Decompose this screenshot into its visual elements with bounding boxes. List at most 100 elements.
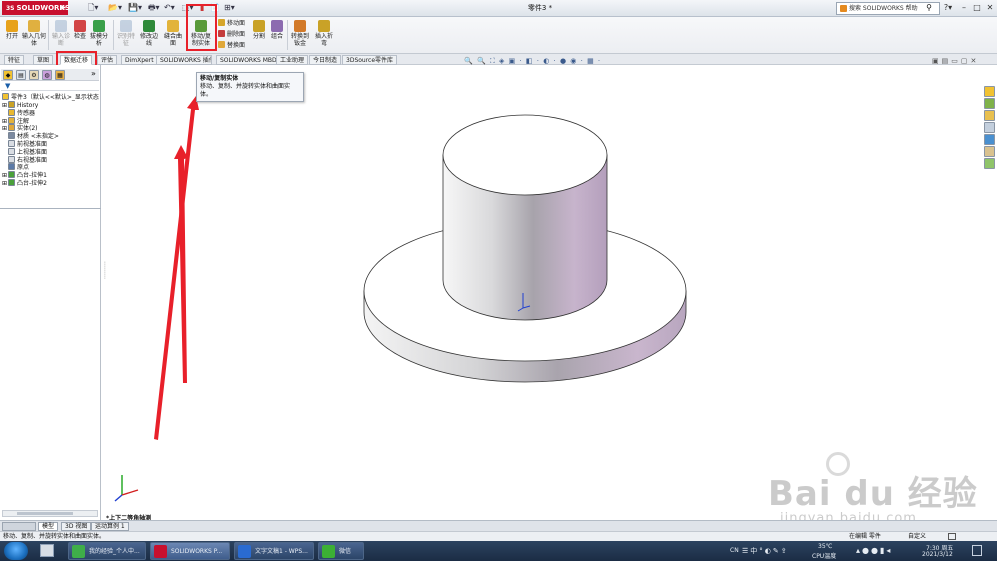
feature-recognition-button[interactable]: 识别特征: [115, 20, 137, 47]
notification-icons[interactable]: ▴●●▮◂: [856, 546, 892, 555]
import-geometry-button[interactable]: 输入几何体: [22, 20, 46, 47]
taskbar-browser[interactable]: 我的经验_个人中...: [68, 542, 146, 560]
taskbar-solidworks[interactable]: SOLIDWORKS P...: [150, 542, 230, 560]
custom-properties-icon[interactable]: [984, 146, 995, 157]
close-button[interactable]: ✕: [984, 2, 996, 14]
minimize-button[interactable]: –: [958, 2, 970, 14]
tab-sketch[interactable]: 草图: [33, 55, 54, 65]
panel-divider: [0, 208, 101, 209]
model-tabs-bar: 模型 3D 视图 运动算例 1: [0, 520, 997, 531]
tree-filter[interactable]: ▼: [1, 82, 99, 91]
insert-bends-button[interactable]: 插入折弯: [313, 20, 335, 47]
open-button[interactable]: 打开: [3, 20, 21, 40]
check-button[interactable]: 检查: [73, 20, 87, 40]
tab-model[interactable]: 模型: [38, 522, 59, 531]
tab-3dsource-library[interactable]: 3DSource零件库: [342, 55, 398, 65]
move-face-icon: [218, 19, 225, 26]
solidworks-resources-icon[interactable]: [984, 86, 995, 97]
import-diagnostics-icon: [55, 20, 67, 32]
status-toggle-icon[interactable]: [948, 533, 956, 540]
feature-manager-panel: ◆ ▤ ⚙ ◍ ▦ » ▼ 零件3（默认<<默认>_显示状态 ⊞ History 传…: [0, 65, 101, 520]
boss-cylinder[interactable]: [442, 114, 608, 321]
import-diagnostics-button[interactable]: 输入诊断: [50, 20, 72, 47]
wechat-icon: [322, 545, 335, 558]
windows-start-button[interactable]: [4, 542, 28, 560]
baidu-watermark: Bai du 经验: [768, 474, 978, 514]
panel-horizontal-scrollbar[interactable]: [2, 510, 98, 517]
wps-icon: [238, 545, 251, 558]
explorer-icon[interactable]: [40, 544, 54, 557]
forum-icon[interactable]: [984, 158, 995, 169]
taskbar-wps[interactable]: 文字文稿1 - WPS...: [234, 542, 314, 560]
options-icon[interactable]: ⊞▾: [224, 2, 235, 14]
tray-icons[interactable]: ☰中°◐✎⇪: [742, 546, 789, 556]
replace-face-button[interactable]: 替换面: [218, 41, 245, 50]
viewport-window-controls[interactable]: ▣▤▭▢✕: [932, 57, 979, 65]
design-library-icon[interactable]: [984, 98, 995, 109]
baidu-paw-icon: [826, 452, 850, 476]
tab-solidworks-addins[interactable]: SOLIDWORKS 插件: [156, 55, 212, 65]
view-palette-icon[interactable]: [984, 122, 995, 133]
combine-button[interactable]: 组合: [269, 20, 285, 40]
tree-item-icon: [8, 147, 15, 155]
save-icon[interactable]: 💾▾: [128, 2, 142, 14]
split-button[interactable]: 分割: [251, 20, 267, 40]
knit-surface-button[interactable]: 缝合曲面: [162, 20, 184, 47]
tree-item-icon: [8, 179, 15, 186]
check-icon: [74, 20, 86, 32]
axis-triad-icon: [114, 475, 139, 502]
taskbar-wechat[interactable]: 微信: [318, 542, 364, 560]
help-icon[interactable]: ?▾: [940, 2, 956, 14]
property-manager-tab-icon[interactable]: ▤: [16, 70, 26, 80]
tab-evaluate[interactable]: 评估: [97, 55, 118, 65]
scrollbar-thumb[interactable]: [17, 512, 73, 515]
undo-icon[interactable]: ↶▾: [164, 2, 175, 14]
knit-surface-icon: [167, 20, 179, 32]
solidworks-logo[interactable]: 3S SOLIDWORKS ▶: [2, 1, 70, 15]
tab-solidworks-mbd[interactable]: SOLIDWORKS MBD: [216, 55, 281, 65]
show-desktop-icon[interactable]: [972, 545, 982, 556]
tab-today-manufacturing[interactable]: 今日制造: [309, 55, 342, 65]
print-icon[interactable]: 🖶▾: [148, 2, 160, 14]
feature-manager-tab-icon[interactable]: ◆: [3, 70, 13, 80]
split-icon: [253, 20, 265, 32]
configuration-manager-tab-icon[interactable]: ⚙: [29, 70, 39, 80]
move-face-button[interactable]: 移动面: [218, 19, 245, 28]
draft-analysis-icon: [93, 20, 105, 32]
display-manager-tab-icon[interactable]: ▦: [55, 70, 65, 80]
maximize-button[interactable]: □: [971, 2, 983, 14]
new-document-icon[interactable]: 🗋▾: [88, 2, 98, 14]
filter-icon: ▼: [5, 82, 11, 90]
appearances-icon[interactable]: [984, 134, 995, 145]
tab-motion-study[interactable]: 运动算例 1: [91, 522, 129, 531]
language-indicator[interactable]: CN: [730, 547, 739, 554]
draft-analysis-button[interactable]: 拔模分析: [88, 20, 110, 47]
command-manager-ribbon: 打开 输入几何体 输入诊断 检查 拔模分析 识别特征 修改边线 缝合曲面 移动/…: [0, 17, 997, 54]
search-icon[interactable]: ⚲: [922, 2, 936, 13]
tab-industrial-assistant[interactable]: 工业助理: [276, 55, 309, 65]
tab-dimxpert[interactable]: DimXpert: [121, 55, 158, 65]
dimxpert-manager-tab-icon[interactable]: ◍: [42, 70, 52, 80]
open-icon[interactable]: 📂▾: [108, 2, 122, 14]
more-tabs-icon[interactable]: »: [91, 69, 96, 78]
tree-item-icon: [8, 101, 15, 108]
model-view-svg: [114, 96, 687, 502]
clock-date[interactable]: 2021/3/12: [922, 551, 953, 558]
modify-edge-button[interactable]: 修改边线: [139, 20, 159, 47]
convert-to-sheet-metal-button[interactable]: 转换到钣金: [289, 20, 311, 47]
graphics-area[interactable]: [102, 65, 982, 520]
move-copy-highlight-box: [186, 4, 217, 51]
tab-features[interactable]: 特征: [4, 55, 25, 65]
tree-item[interactable]: ⊞ 凸台-拉伸2: [2, 179, 47, 188]
status-custom-units[interactable]: 自定义: [908, 532, 926, 541]
delete-face-icon: [218, 30, 225, 37]
import-geometry-icon: [28, 20, 40, 32]
tab-3d-views[interactable]: 3D 视图: [61, 522, 92, 531]
menu-arrow-icon[interactable]: ▶: [61, 1, 66, 15]
tree-item-icon: [8, 155, 15, 163]
file-explorer-icon[interactable]: [984, 110, 995, 121]
tab-scroll-buttons[interactable]: [2, 522, 36, 531]
status-message: 移动、复制、并旋转实体和曲面实体。: [3, 533, 106, 540]
move-copy-tooltip: 移动/复制实体 移动、复制、并旋转实体和曲面实体。: [196, 72, 304, 102]
delete-face-button[interactable]: 删除面: [218, 30, 245, 39]
